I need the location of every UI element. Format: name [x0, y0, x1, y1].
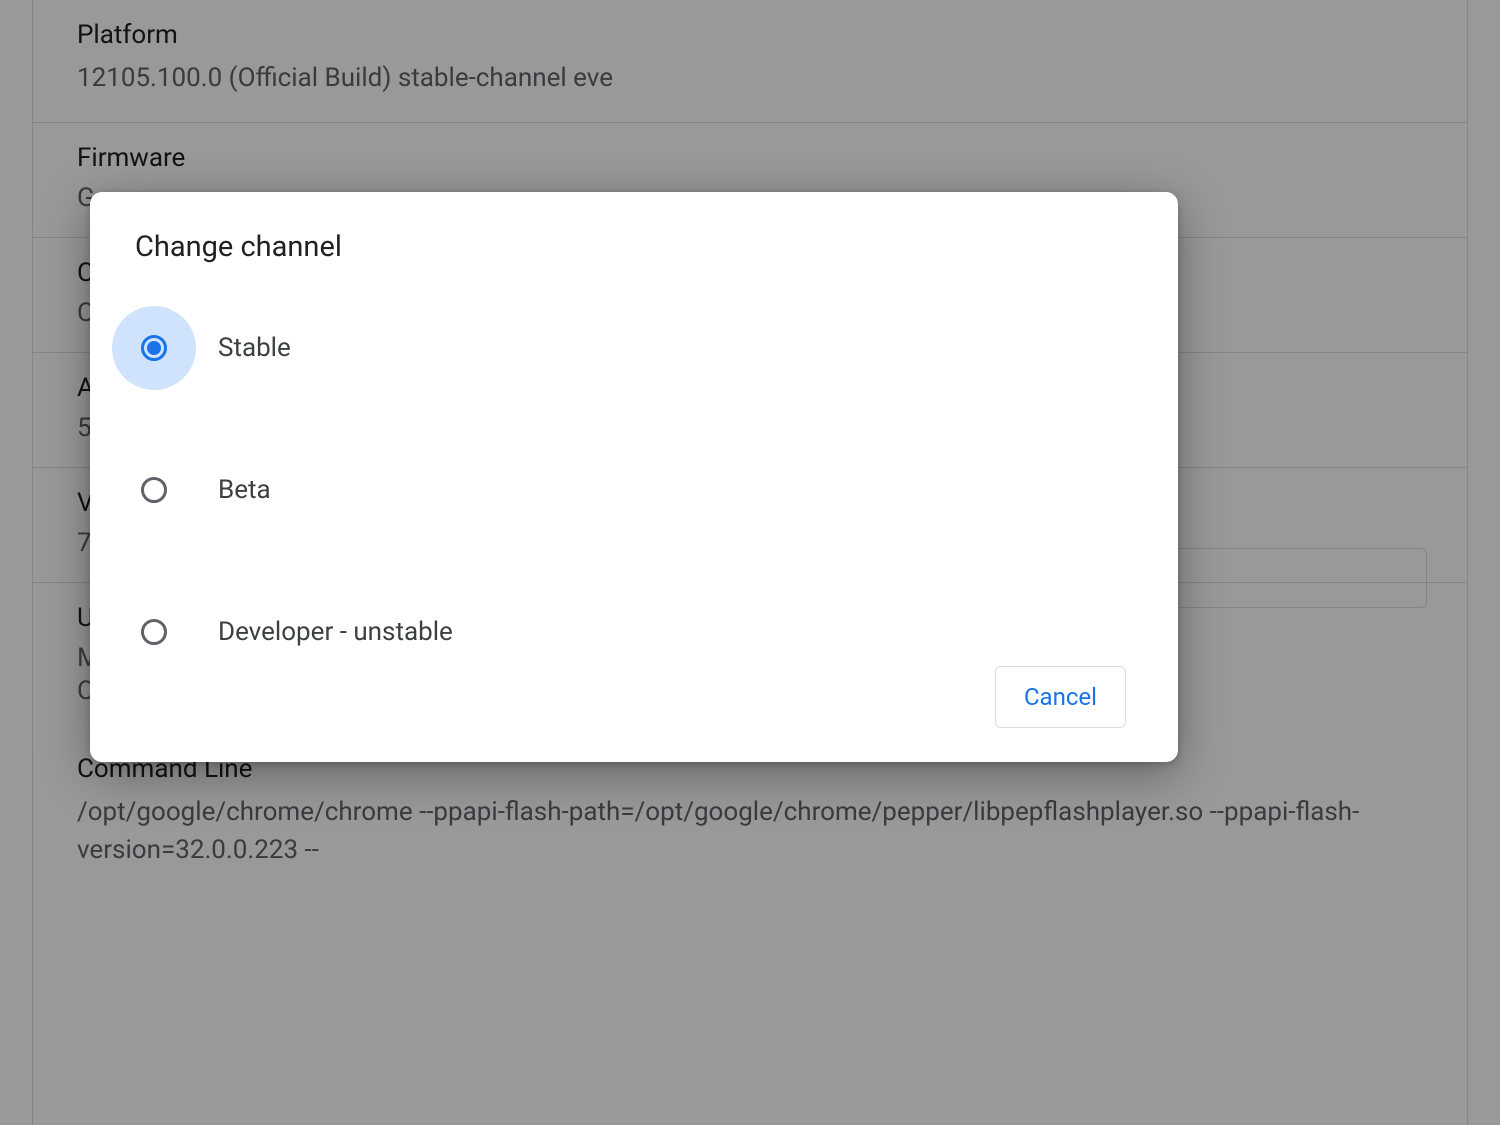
radio-outer-icon — [141, 477, 167, 503]
dialog-actions: Cancel — [995, 666, 1126, 728]
radio-label-beta: Beta — [218, 475, 271, 505]
dialog-title: Change channel — [90, 230, 1178, 264]
radio-indicator-developer — [112, 590, 196, 674]
radio-outer-icon — [141, 619, 167, 645]
channel-radio-group: Stable Beta Developer - unstable — [90, 306, 1178, 674]
change-channel-dialog: Change channel Stable Beta — [90, 192, 1178, 762]
radio-option-stable[interactable]: Stable — [112, 306, 1178, 390]
radio-option-developer[interactable]: Developer - unstable — [112, 590, 1178, 674]
radio-outer-icon — [141, 335, 167, 361]
radio-inner-icon — [147, 625, 161, 639]
radio-label-stable: Stable — [218, 333, 291, 363]
radio-label-developer: Developer - unstable — [218, 617, 453, 647]
radio-inner-icon — [147, 341, 161, 355]
radio-inner-icon — [147, 483, 161, 497]
radio-option-beta[interactable]: Beta — [112, 448, 1178, 532]
radio-indicator-stable — [112, 306, 196, 390]
cancel-button[interactable]: Cancel — [995, 666, 1126, 728]
radio-indicator-beta — [112, 448, 196, 532]
